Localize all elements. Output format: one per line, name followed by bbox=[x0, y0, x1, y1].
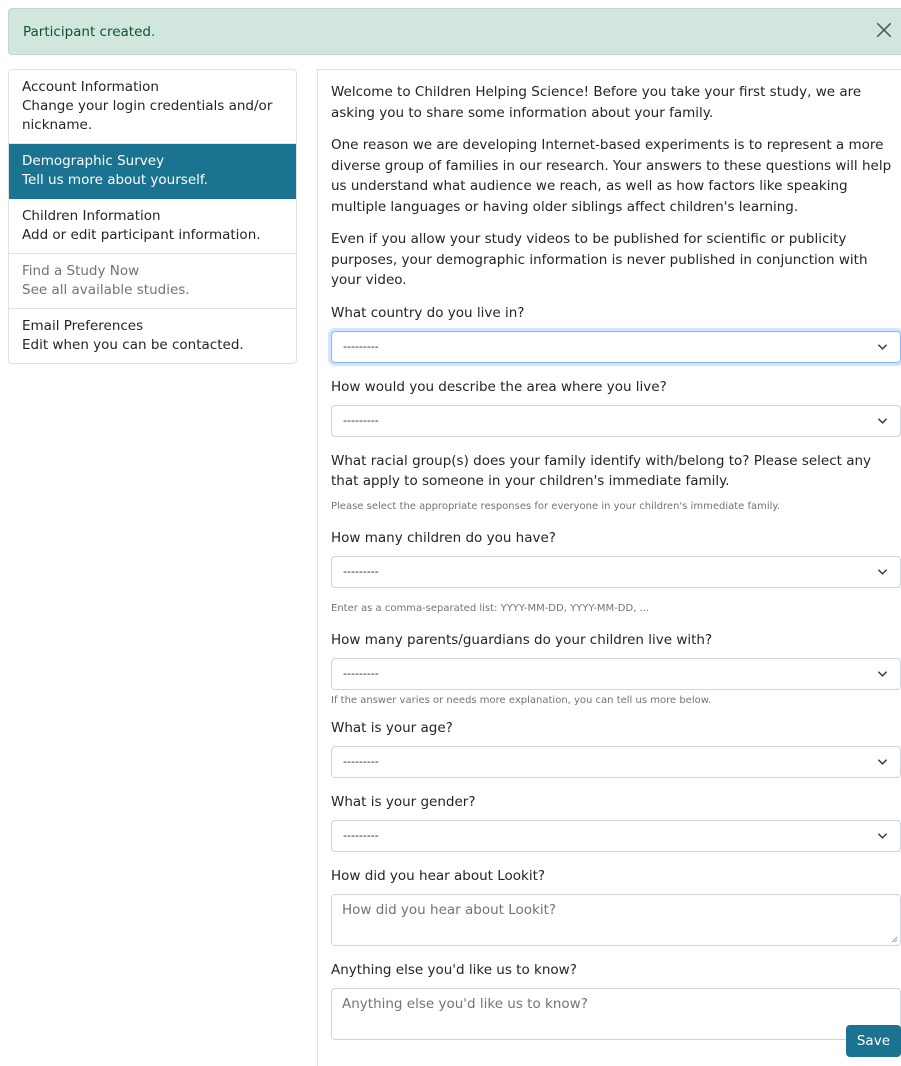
area-select[interactable]: --------- bbox=[331, 404, 901, 437]
chevron-down-icon bbox=[877, 758, 888, 765]
sidebar-item-desc: Change your login credentials and/or nic… bbox=[22, 98, 273, 133]
lookit-textarea[interactable]: How did you hear about Lookit? bbox=[331, 893, 901, 946]
panel-border-top bbox=[317, 69, 901, 70]
area-label: How would you describe the area where yo… bbox=[331, 378, 667, 395]
sidebar-item-desc: Tell us more about yourself. bbox=[22, 172, 208, 188]
country-label: What country do you live in? bbox=[331, 304, 525, 321]
extra-label: Anything else you'd like us to know? bbox=[331, 961, 577, 978]
account-sidebar: Account Information Change your login cr… bbox=[8, 69, 297, 364]
sidebar-item-title: Demographic Survey bbox=[22, 153, 165, 169]
sidebar-item-title: Children Information bbox=[22, 208, 161, 224]
sidebar-item-children-information[interactable]: Children Information Add or edit partici… bbox=[9, 199, 296, 254]
gender-label: What is your gender? bbox=[331, 793, 476, 810]
intro-paragraph: One reason we are developing Internet-ba… bbox=[331, 137, 892, 215]
country-select[interactable]: --------- bbox=[331, 330, 901, 363]
guardians-label: How many parents/guardians do your child… bbox=[331, 631, 713, 648]
children-label: How many children do you have? bbox=[331, 529, 556, 546]
panel-border-left bbox=[317, 69, 318, 1066]
children-select-value: --------- bbox=[343, 565, 379, 578]
intro-paragraph: Even if you allow your study videos to b… bbox=[331, 231, 868, 288]
close-icon[interactable] bbox=[875, 21, 893, 39]
extra-placeholder: Anything else you'd like us to know? bbox=[342, 995, 588, 1012]
sidebar-item-desc: See all available studies. bbox=[22, 282, 190, 298]
extra-textarea[interactable]: Anything else you'd like us to know? bbox=[331, 987, 901, 1040]
sidebar-item-demographic-survey[interactable]: Demographic Survey Tell us more about yo… bbox=[9, 144, 296, 199]
children-help-text: Enter as a comma-separated list: YYYY-MM… bbox=[331, 602, 650, 614]
guardians-help-text: If the answer varies or needs more expla… bbox=[331, 694, 712, 706]
chevron-down-icon bbox=[877, 417, 888, 424]
age-select[interactable]: --------- bbox=[331, 745, 901, 778]
chevron-down-icon bbox=[877, 832, 888, 839]
save-button[interactable]: Save bbox=[845, 1025, 901, 1057]
children-select[interactable]: --------- bbox=[331, 555, 901, 588]
lookit-label: How did you hear about Lookit? bbox=[331, 867, 546, 884]
age-label: What is your age? bbox=[331, 719, 453, 736]
race-help-text: Please select the appropriate responses … bbox=[331, 500, 781, 512]
sidebar-item-title: Email Preferences bbox=[22, 318, 144, 334]
chevron-down-icon bbox=[877, 343, 888, 350]
gender-select[interactable]: --------- bbox=[331, 819, 901, 852]
demographic-form: Welcome to Children Helping Science! Bef… bbox=[331, 82, 901, 1057]
alert-message: Participant created. bbox=[23, 23, 156, 40]
lookit-placeholder: How did you hear about Lookit? bbox=[342, 901, 557, 918]
sidebar-item-title: Account Information bbox=[22, 79, 159, 95]
chevron-down-icon bbox=[877, 670, 888, 677]
gender-select-value: --------- bbox=[343, 829, 379, 842]
resize-grip-icon[interactable] bbox=[891, 936, 898, 943]
sidebar-item-desc: Edit when you can be contacted. bbox=[22, 337, 244, 353]
age-select-value: --------- bbox=[343, 755, 379, 768]
race-label: What racial group(s) does your family id… bbox=[331, 452, 872, 490]
intro-paragraph: Welcome to Children Helping Science! Bef… bbox=[331, 84, 862, 121]
sidebar-item-account-information[interactable]: Account Information Change your login cr… bbox=[9, 70, 296, 144]
success-alert: Participant created. bbox=[8, 8, 901, 55]
sidebar-item-email-preferences[interactable]: Email Preferences Edit when you can be c… bbox=[9, 309, 296, 363]
chevron-down-icon bbox=[877, 568, 888, 575]
sidebar-item-desc: Add or edit participant information. bbox=[22, 227, 261, 243]
sidebar-item-find-a-study[interactable]: Find a Study Now See all available studi… bbox=[9, 254, 296, 309]
sidebar-item-title: Find a Study Now bbox=[22, 263, 140, 279]
country-select-value: --------- bbox=[343, 340, 379, 353]
guardians-select-value: --------- bbox=[343, 667, 379, 680]
guardians-select[interactable]: --------- bbox=[331, 657, 901, 690]
area-select-value: --------- bbox=[343, 414, 379, 427]
